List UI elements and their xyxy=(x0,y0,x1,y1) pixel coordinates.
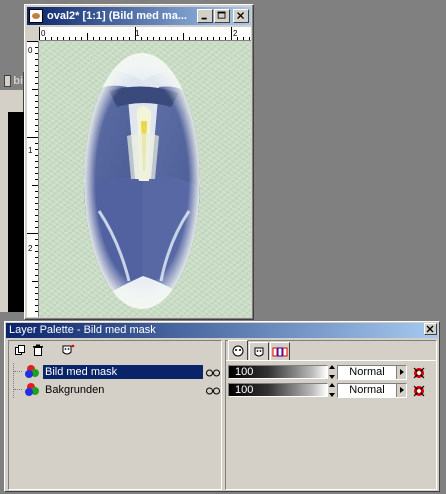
raster-layer-icon xyxy=(25,382,41,397)
opacity-spinner[interactable] xyxy=(329,383,335,397)
chevron-right-icon[interactable] xyxy=(396,365,406,379)
blend-ranges-icon xyxy=(272,347,288,356)
new-layer-button[interactable] xyxy=(12,343,28,357)
vertical-ruler[interactable]: 0 1 2 xyxy=(27,41,39,317)
minimize-button[interactable] xyxy=(197,9,213,23)
maximize-button[interactable] xyxy=(214,9,230,23)
blend-mode-value: Normal xyxy=(349,383,385,396)
tab-mask[interactable] xyxy=(249,342,269,360)
layer-palette[interactable]: Layer Palette - Bild med mask Bild med m… xyxy=(4,321,440,492)
image-canvas[interactable] xyxy=(39,41,251,317)
ruler-label: 1 xyxy=(135,29,140,38)
chevron-right-icon[interactable] xyxy=(396,383,406,397)
horizontal-ruler[interactable]: 0 1 2 xyxy=(39,27,251,41)
maximize-icon xyxy=(217,11,226,19)
background-window-title: bi xyxy=(13,75,23,87)
layer-props-icon xyxy=(232,345,244,356)
opacity-value: 100 xyxy=(235,384,254,396)
opacity-slider[interactable]: 100 xyxy=(228,365,328,379)
layer-palette-titlebar[interactable]: Layer Palette - Bild med mask xyxy=(6,323,438,338)
blend-mode-select[interactable]: Normal xyxy=(337,364,407,380)
layer-mask-button[interactable] xyxy=(60,343,76,357)
ruler-label: 0 xyxy=(28,46,33,55)
ruler-corner xyxy=(27,27,39,41)
layer-properties-pane: 100 Normal 100 Normal xyxy=(225,340,437,490)
lock-transparency-icon[interactable] xyxy=(411,383,427,397)
layer-row[interactable]: Bakgrunden xyxy=(11,381,221,398)
close-icon xyxy=(426,325,434,333)
opacity-spinner[interactable] xyxy=(329,365,335,379)
visibility-glasses-icon[interactable] xyxy=(205,383,221,397)
vertical-ruler-ticks: 0 1 2 xyxy=(27,41,38,312)
blend-mode-value: Normal xyxy=(349,365,385,378)
background-document-window[interactable]: bi xyxy=(0,72,24,312)
close-button[interactable] xyxy=(233,9,249,23)
tree-connector xyxy=(13,363,25,380)
ruler-label: 1 xyxy=(28,146,33,155)
layer-properties-row: 100 Normal xyxy=(228,382,427,398)
close-icon xyxy=(237,12,245,20)
opacity-value: 100 xyxy=(235,366,254,378)
document-icon xyxy=(29,9,43,23)
delete-layer-button[interactable] xyxy=(30,343,46,357)
horizontal-ruler-ticks: 0 1 2 xyxy=(39,27,250,40)
mask-icon xyxy=(254,347,264,356)
minimize-icon xyxy=(201,17,207,20)
layer-toolbar xyxy=(9,341,221,359)
layer-palette-title: Layer Palette - Bild med mask xyxy=(9,324,156,336)
ruler-label: 2 xyxy=(233,29,238,38)
layer-list-pane: Bild med mask Bakgrunden xyxy=(8,340,222,490)
visibility-glasses-icon[interactable] xyxy=(205,365,221,379)
layer-row[interactable]: Bild med mask xyxy=(11,363,221,380)
layer-palette-close-button[interactable] xyxy=(424,323,437,335)
tree-connector xyxy=(13,381,25,398)
new-layer-icon xyxy=(15,345,25,355)
tab-general[interactable] xyxy=(228,340,248,360)
document-window[interactable]: oval2* [1:1] (Bild med ma... 0 1 2 0 1 2 xyxy=(24,4,254,320)
document-title: oval2* [1:1] (Bild med ma... xyxy=(47,10,187,22)
lock-transparency-icon[interactable] xyxy=(411,365,427,379)
layer-properties-row: 100 Normal xyxy=(228,364,427,380)
trash-icon xyxy=(33,344,43,356)
mask-icon xyxy=(62,344,75,355)
layer-name[interactable]: Bild med mask xyxy=(43,364,203,379)
opacity-slider[interactable]: 100 xyxy=(228,383,328,397)
ruler-label: 0 xyxy=(41,29,46,38)
background-ruler xyxy=(0,90,8,312)
properties-tabs xyxy=(226,340,436,361)
document-icon xyxy=(4,75,12,87)
raster-layer-icon xyxy=(25,364,41,379)
background-canvas xyxy=(8,112,24,312)
layer-name[interactable]: Bakgrunden xyxy=(43,383,203,397)
blend-mode-select[interactable]: Normal xyxy=(337,382,407,398)
background-window-titlebar[interactable]: bi xyxy=(0,72,23,90)
ruler-label: 2 xyxy=(28,244,33,253)
masked-flower-image xyxy=(84,53,200,309)
document-titlebar[interactable]: oval2* [1:1] (Bild med ma... xyxy=(27,7,251,25)
tab-blend-ranges[interactable] xyxy=(270,342,290,360)
